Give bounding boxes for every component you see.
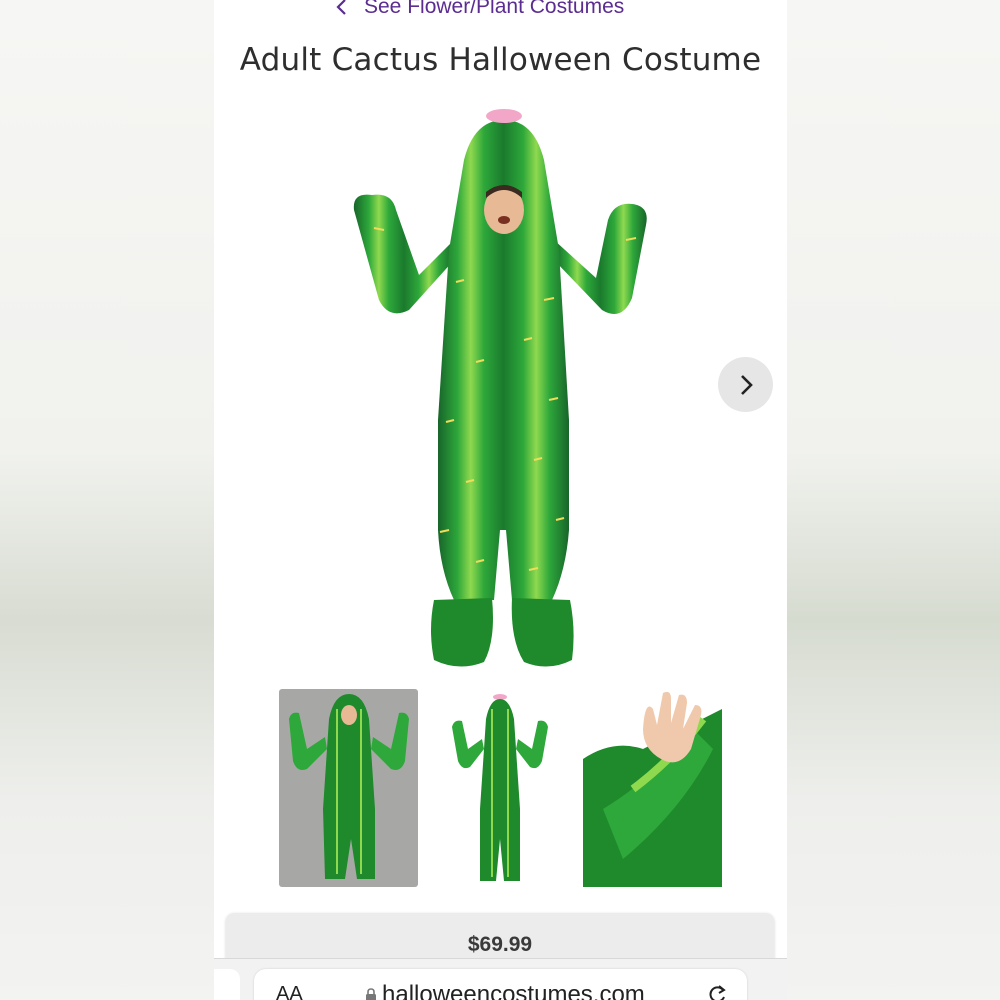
product-price: $69.99 [467,933,533,956]
tab-switcher-stub[interactable] [214,969,240,1000]
back-link-label: See Flower/Plant Costumes [364,0,625,18]
thumbnail-2[interactable] [430,689,569,887]
url-text: halloweencostumes.com [382,981,645,1000]
back-to-category-link[interactable]: See Flower/Plant Costumes [334,0,624,20]
thumbnail-1-image [289,694,409,879]
next-image-button[interactable] [718,357,773,412]
chevron-right-icon [740,374,753,395]
thumbnail-2-image [452,694,548,881]
product-title: Adult Cactus Halloween Costume [239,42,762,78]
address-bar[interactable]: AA halloweencostumes.com [254,969,747,1000]
product-page: See Flower/Plant Costumes Adult Cactus H… [214,0,787,1000]
text-size-button[interactable]: AA [276,983,303,1000]
chevron-left-icon [336,0,346,15]
background-blur-left [0,0,214,1000]
background-blur-right [787,0,1000,1000]
product-main-image[interactable] [334,100,674,680]
thumbnail-1[interactable] [279,689,418,887]
lock-icon [366,988,376,1000]
thumbnail-3[interactable] [583,689,722,887]
thumbnail-3-image [583,691,722,887]
browser-toolbar: AA halloweencostumes.com [214,958,787,1000]
reload-icon[interactable] [706,983,728,1000]
